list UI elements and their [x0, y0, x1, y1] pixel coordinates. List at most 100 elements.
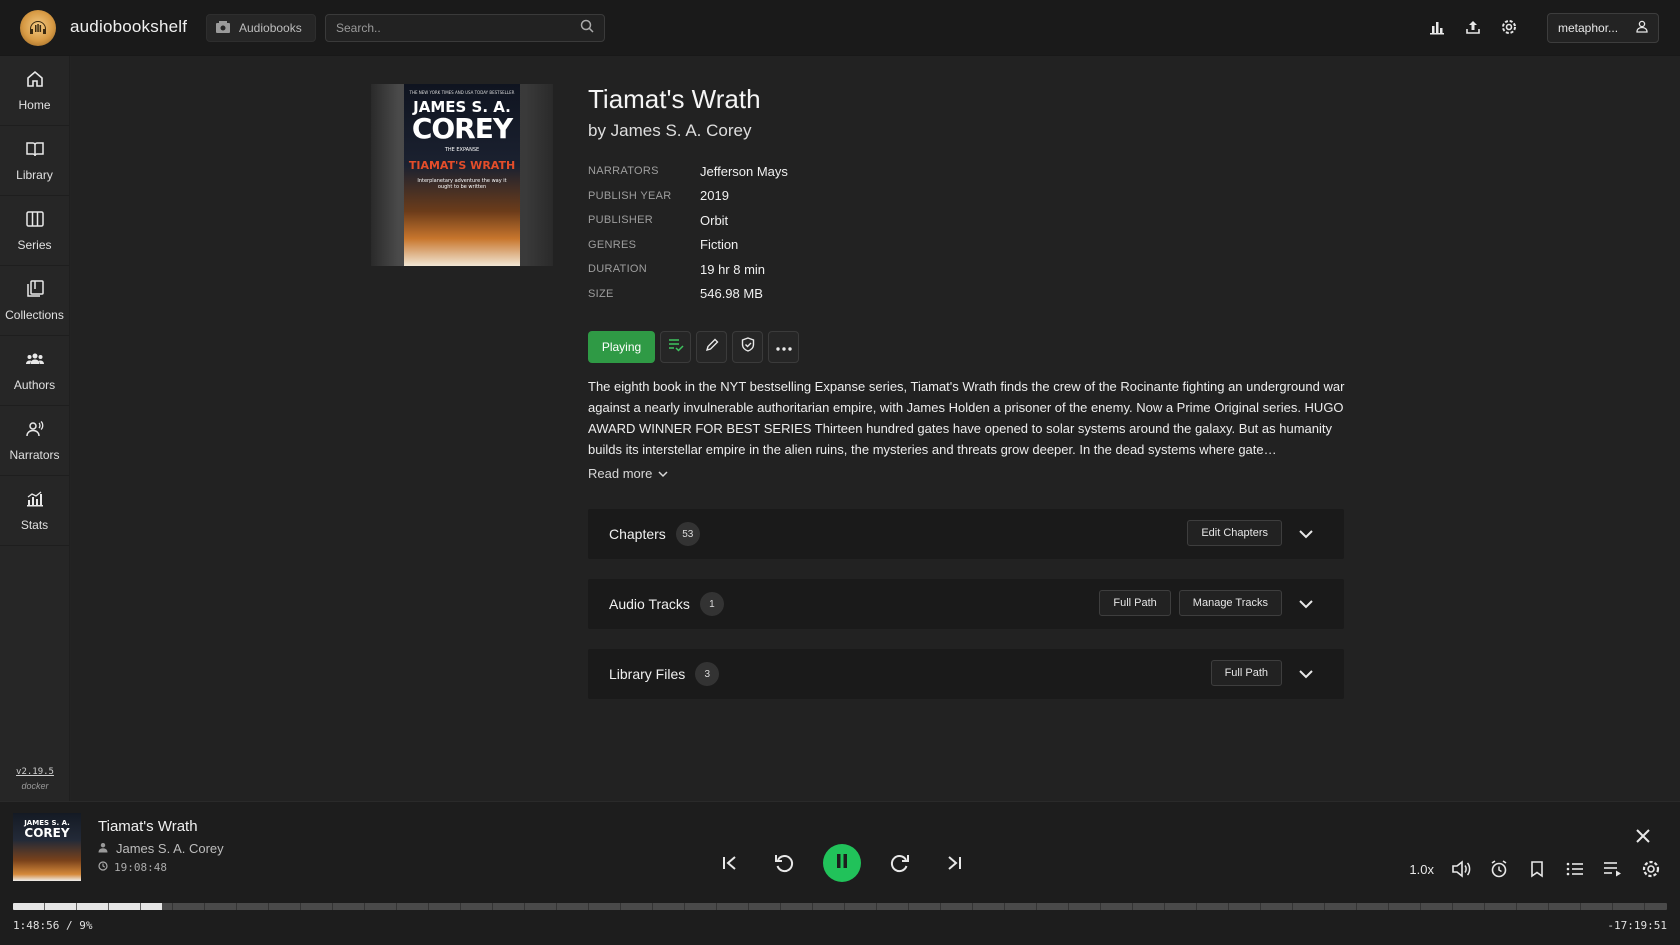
version-link[interactable]: v2.19.5: [0, 765, 70, 779]
app-logo-icon[interactable]: [20, 10, 56, 46]
search-input[interactable]: [336, 21, 580, 35]
read-more-toggle[interactable]: Read more: [588, 466, 668, 481]
playing-button[interactable]: Playing: [588, 331, 655, 363]
rewind-icon[interactable]: [769, 848, 799, 878]
chevron-down-icon[interactable]: [1296, 524, 1316, 544]
sidebar-item-authors[interactable]: Authors: [0, 336, 69, 406]
sidebar-item-label: Stats: [20, 518, 49, 532]
remaining-time: -17:19:51: [1607, 919, 1667, 932]
panel-label: Audio Tracks: [609, 596, 690, 612]
player-cover-author-last: COREY: [24, 826, 70, 840]
chevron-down-icon[interactable]: [1296, 594, 1316, 614]
library-files-actions: Full Path: [1210, 660, 1282, 686]
audio-player: JAMES S. A. COREY Tiamat's Wrath James S…: [0, 801, 1680, 945]
top-bar: audiobookshelf Audiobooks metaphor...: [0, 0, 1680, 56]
chapters-count-badge: 53: [675, 522, 700, 546]
shield-check-icon: [741, 337, 755, 357]
top-actions: [1426, 16, 1520, 38]
sidebar-item-label: Library: [16, 168, 53, 182]
playback-speed-button[interactable]: 1.0x: [1409, 862, 1434, 877]
player-duration-value: 19:08:48: [114, 861, 167, 874]
sidebar-item-home[interactable]: Home: [0, 56, 69, 126]
panel-label: Library Files: [609, 666, 686, 682]
player-settings-icon[interactable]: [1640, 858, 1662, 880]
close-player-icon[interactable]: [1634, 827, 1652, 845]
app-title[interactable]: audiobookshelf: [70, 17, 187, 37]
chapters-list-icon[interactable]: [1564, 858, 1586, 880]
sidebar-item-label: Series: [17, 238, 52, 252]
upload-icon[interactable]: [1462, 16, 1484, 38]
full-path-button[interactable]: Full Path: [1099, 590, 1171, 616]
mark-finished-button[interactable]: [732, 331, 763, 363]
playback-controls: [715, 844, 969, 882]
pencil-icon: [705, 338, 719, 357]
sidebar-item-series[interactable]: Series: [0, 196, 69, 266]
manage-tracks-button[interactable]: Manage Tracks: [1178, 590, 1282, 616]
player-author-name[interactable]: James S. A. Corey: [116, 841, 224, 856]
queue-icon[interactable]: [1602, 858, 1624, 880]
book-cover[interactable]: THE NEW YORK TIMES AND USA TODAY BESTSEL…: [371, 84, 553, 266]
chapters-panel[interactable]: Chapters 53 Edit Chapters: [588, 509, 1344, 559]
player-options: 1.0x: [1409, 858, 1662, 880]
stats-icon: [25, 489, 45, 512]
version-info: v2.19.5 docker: [0, 765, 70, 793]
full-path-button[interactable]: Full Path: [1210, 660, 1282, 686]
sidebar-item-library[interactable]: Library: [0, 126, 69, 196]
book-title: Tiamat's Wrath: [588, 84, 761, 114]
sidebar-item-collections[interactable]: Collections: [0, 266, 69, 336]
user-icon: [98, 841, 108, 856]
users-icon: [25, 349, 45, 372]
cover-quote: Interplanetary adventure the way it ough…: [417, 178, 507, 190]
edit-button[interactable]: [696, 331, 727, 363]
sidebar: Home Library Series Collections Authors …: [0, 56, 70, 801]
chapter-ticks: [13, 903, 1667, 910]
columns-icon: [25, 209, 45, 232]
chapters-actions: Edit Chapters: [1187, 520, 1282, 546]
user-menu-button[interactable]: metaphor...: [1547, 13, 1659, 43]
player-cover[interactable]: JAMES S. A. COREY: [13, 813, 81, 881]
bookmark-icon[interactable]: [1526, 858, 1548, 880]
player-author: James S. A. Corey: [98, 841, 224, 856]
chevron-down-icon[interactable]: [1296, 664, 1316, 684]
book-author[interactable]: by James S. A. Corey: [588, 121, 751, 141]
detail-value: Orbit: [700, 212, 729, 228]
detail-label: DURATION: [588, 263, 648, 276]
install-type: docker: [21, 781, 49, 791]
detail-label: GENRES: [588, 238, 637, 251]
settings-gear-icon[interactable]: [1498, 16, 1520, 38]
audio-tracks-panel[interactable]: Audio Tracks 1 Full Path Manage Tracks: [588, 579, 1344, 629]
playlist-check-icon: [668, 338, 684, 357]
book-open-icon: [25, 139, 45, 162]
cover-author-last: COREY: [411, 112, 513, 145]
fast-forward-icon[interactable]: [885, 848, 915, 878]
detail-value[interactable]: Fiction: [700, 237, 738, 252]
narrator-icon: [25, 419, 45, 442]
playback-progress-bar[interactable]: [13, 903, 1667, 910]
library-files-panel[interactable]: Library Files 3 Full Path: [588, 649, 1344, 699]
detail-label: PUBLISHER: [588, 214, 654, 227]
audio-tracks-count-badge: 1: [699, 592, 724, 616]
pause-button[interactable]: [823, 844, 861, 882]
next-chapter-icon[interactable]: [939, 848, 969, 878]
detail-value[interactable]: Jefferson Mays: [700, 164, 788, 179]
library-select-label: Audiobooks: [239, 21, 302, 35]
collections-icon: [25, 279, 45, 302]
queue-button[interactable]: [660, 331, 691, 363]
edit-chapters-button[interactable]: Edit Chapters: [1187, 520, 1282, 546]
sidebar-item-label: Collections: [5, 308, 64, 322]
sleep-timer-icon[interactable]: [1488, 858, 1510, 880]
chevron-down-icon: [658, 466, 668, 481]
sidebar-item-narrators[interactable]: Narrators: [0, 406, 69, 476]
more-options-button[interactable]: [768, 331, 799, 363]
search-icon[interactable]: [580, 19, 594, 38]
previous-chapter-icon[interactable]: [715, 848, 745, 878]
library-select[interactable]: Audiobooks: [206, 14, 316, 42]
volume-icon[interactable]: [1450, 858, 1472, 880]
sidebar-item-stats[interactable]: Stats: [0, 476, 69, 546]
player-title[interactable]: Tiamat's Wrath: [98, 818, 198, 835]
clock-icon: [98, 861, 108, 874]
detail-row-genres: GENRES Fiction: [588, 233, 788, 258]
stats-chart-icon[interactable]: [1426, 16, 1448, 38]
panel-label: Chapters: [609, 526, 666, 542]
search-bar[interactable]: [325, 14, 605, 42]
